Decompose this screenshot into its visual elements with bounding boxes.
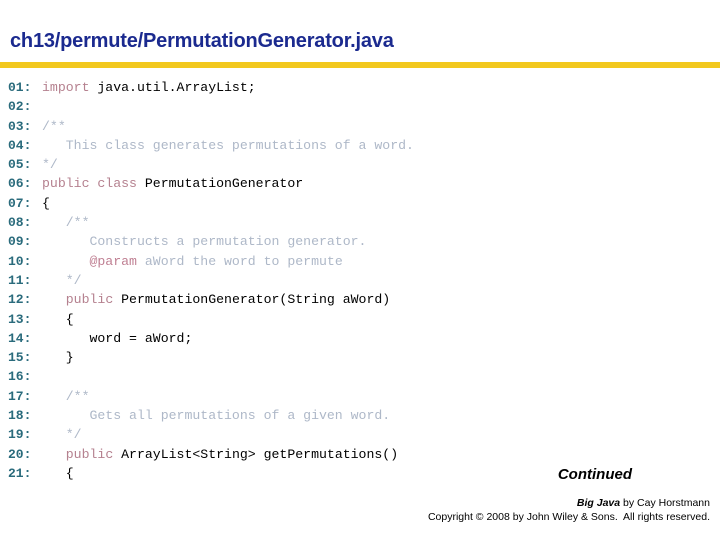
code-line-number: 15: xyxy=(8,350,32,366)
code-line-text: public ArrayList<String> getPermutations… xyxy=(42,447,398,462)
code-token: ArrayList<String> getPermutations() xyxy=(113,446,399,462)
code-token: Gets all permutations of a given word. xyxy=(42,408,391,424)
code-line-text: Gets all permutations of a given word. xyxy=(42,408,390,423)
code-line-text: public class PermutationGenerator xyxy=(42,176,303,191)
code-token: { xyxy=(42,311,74,327)
code-line: 04: This class generates permutations of… xyxy=(0,136,720,155)
code-line-number: 16: xyxy=(8,369,32,385)
code-line-number: 04: xyxy=(8,137,32,153)
code-line-text: /** xyxy=(42,388,90,404)
code-line: 16: xyxy=(0,367,720,386)
code-line-number: 09: xyxy=(8,234,32,250)
code-token: Constructs a permutation generator. xyxy=(42,234,367,250)
code-token: */ xyxy=(42,272,82,288)
code-token: { xyxy=(42,195,50,211)
code-line: 05: */ xyxy=(0,155,720,174)
code-line: 06: public class PermutationGenerator xyxy=(0,174,720,193)
title-divider-rule xyxy=(0,62,720,68)
code-line-number: 01: xyxy=(8,80,32,95)
code-token: import xyxy=(42,80,90,95)
code-token: /** xyxy=(42,215,90,231)
continued-label: Continued xyxy=(557,466,632,483)
code-line-number: 07: xyxy=(8,195,32,211)
code-line: 20: public ArrayList<String> getPermutat… xyxy=(0,445,720,464)
code-line-number: 21: xyxy=(8,465,32,481)
code-line-number: 19: xyxy=(8,427,32,443)
code-token: public xyxy=(65,446,114,462)
code-token: word = aWord; xyxy=(42,330,193,346)
code-line-text: public PermutationGenerator(String aWord… xyxy=(42,292,390,307)
code-token: public class xyxy=(42,176,137,192)
code-token: @param xyxy=(89,253,137,269)
code-line-number: 20: xyxy=(8,446,32,462)
code-token: This class generates permutations of a w… xyxy=(42,137,414,153)
code-line-text: } xyxy=(42,350,74,365)
code-line-text: @param aWord the word to permute xyxy=(42,253,343,269)
code-line: 02: xyxy=(0,97,720,116)
footer-copyright: Copyright © 2008 by John Wiley & Sons. A… xyxy=(427,511,710,523)
footer-book-title: Big Java xyxy=(576,497,621,509)
code-line-number: 05: xyxy=(8,157,32,173)
code-line-number: 13: xyxy=(8,311,32,327)
code-line-number: 17: xyxy=(8,388,32,404)
code-line-text: This class generates permutations of a w… xyxy=(42,138,414,153)
code-line-text: import java.util.ArrayList; xyxy=(42,80,256,95)
code-token: /** xyxy=(42,118,66,134)
code-line: 18: Gets all permutations of a given wor… xyxy=(0,406,720,425)
code-token: */ xyxy=(42,157,58,173)
code-line-number: 14: xyxy=(8,330,32,346)
code-token: aWord the word to permute xyxy=(136,253,343,269)
code-line: 13: { xyxy=(0,310,720,329)
code-line: 12: public PermutationGenerator(String a… xyxy=(0,290,720,309)
code-token: java.util.ArrayList; xyxy=(89,80,256,95)
code-line-number: 11: xyxy=(8,272,32,288)
code-line-text: */ xyxy=(42,427,82,442)
code-token: { xyxy=(42,465,74,481)
code-line: 07: { xyxy=(0,194,720,213)
code-line: 03: /** xyxy=(0,117,720,136)
code-line: 08: /** xyxy=(0,213,720,232)
code-line-number: 12: xyxy=(8,292,32,308)
code-token: /** xyxy=(42,388,90,404)
code-line-number: 18: xyxy=(8,408,32,424)
code-line: 11: */ xyxy=(0,271,720,290)
code-token: PermutationGenerator(String aWord) xyxy=(113,292,391,308)
code-line: 17: /** xyxy=(0,387,720,406)
code-line-text: Constructs a permutation generator. xyxy=(42,234,366,249)
page-title: ch13/permute/PermutationGenerator.java xyxy=(10,30,394,52)
code-line-number: 10: xyxy=(8,253,32,269)
code-line: 10: @param aWord the word to permute xyxy=(0,252,720,271)
code-line-text: { xyxy=(42,196,50,211)
slide-header: ch13/permute/PermutationGenerator.java xyxy=(0,0,720,68)
code-line: 01: import java.util.ArrayList; xyxy=(0,78,720,97)
code-line-number: 08: xyxy=(8,215,32,231)
footer-byline: by Cay Horstmann xyxy=(620,497,710,509)
code-line-text: { xyxy=(42,312,74,327)
code-line-text: word = aWord; xyxy=(42,331,192,346)
code-token: */ xyxy=(42,427,82,443)
code-line-text: /** xyxy=(42,215,90,231)
code-line: 15: } xyxy=(0,348,720,367)
code-line: 19: */ xyxy=(0,425,720,444)
code-line-number: 06: xyxy=(8,176,32,192)
slide-footer: Big Java by Cay Horstmann Copyright © 20… xyxy=(0,496,710,524)
code-token: public xyxy=(65,292,114,308)
code-listing: 01: import java.util.ArrayList; 02: 03:/** 0… xyxy=(0,78,720,483)
code-token: PermutationGenerator xyxy=(136,176,304,192)
code-line-number: 03: xyxy=(8,118,32,134)
code-line-text: */ xyxy=(42,273,82,288)
code-line-number: 02: xyxy=(8,99,32,115)
code-line: 09: Constructs a permutation generator. xyxy=(0,232,720,251)
code-line-text: { xyxy=(42,466,74,481)
code-line-text: /** xyxy=(42,119,66,134)
code-line-text: */ xyxy=(42,157,58,172)
footer-attribution: Big Java by Cay Horstmann xyxy=(0,496,710,510)
code-line: 14: word = aWord; xyxy=(0,329,720,348)
code-token: } xyxy=(42,350,74,366)
